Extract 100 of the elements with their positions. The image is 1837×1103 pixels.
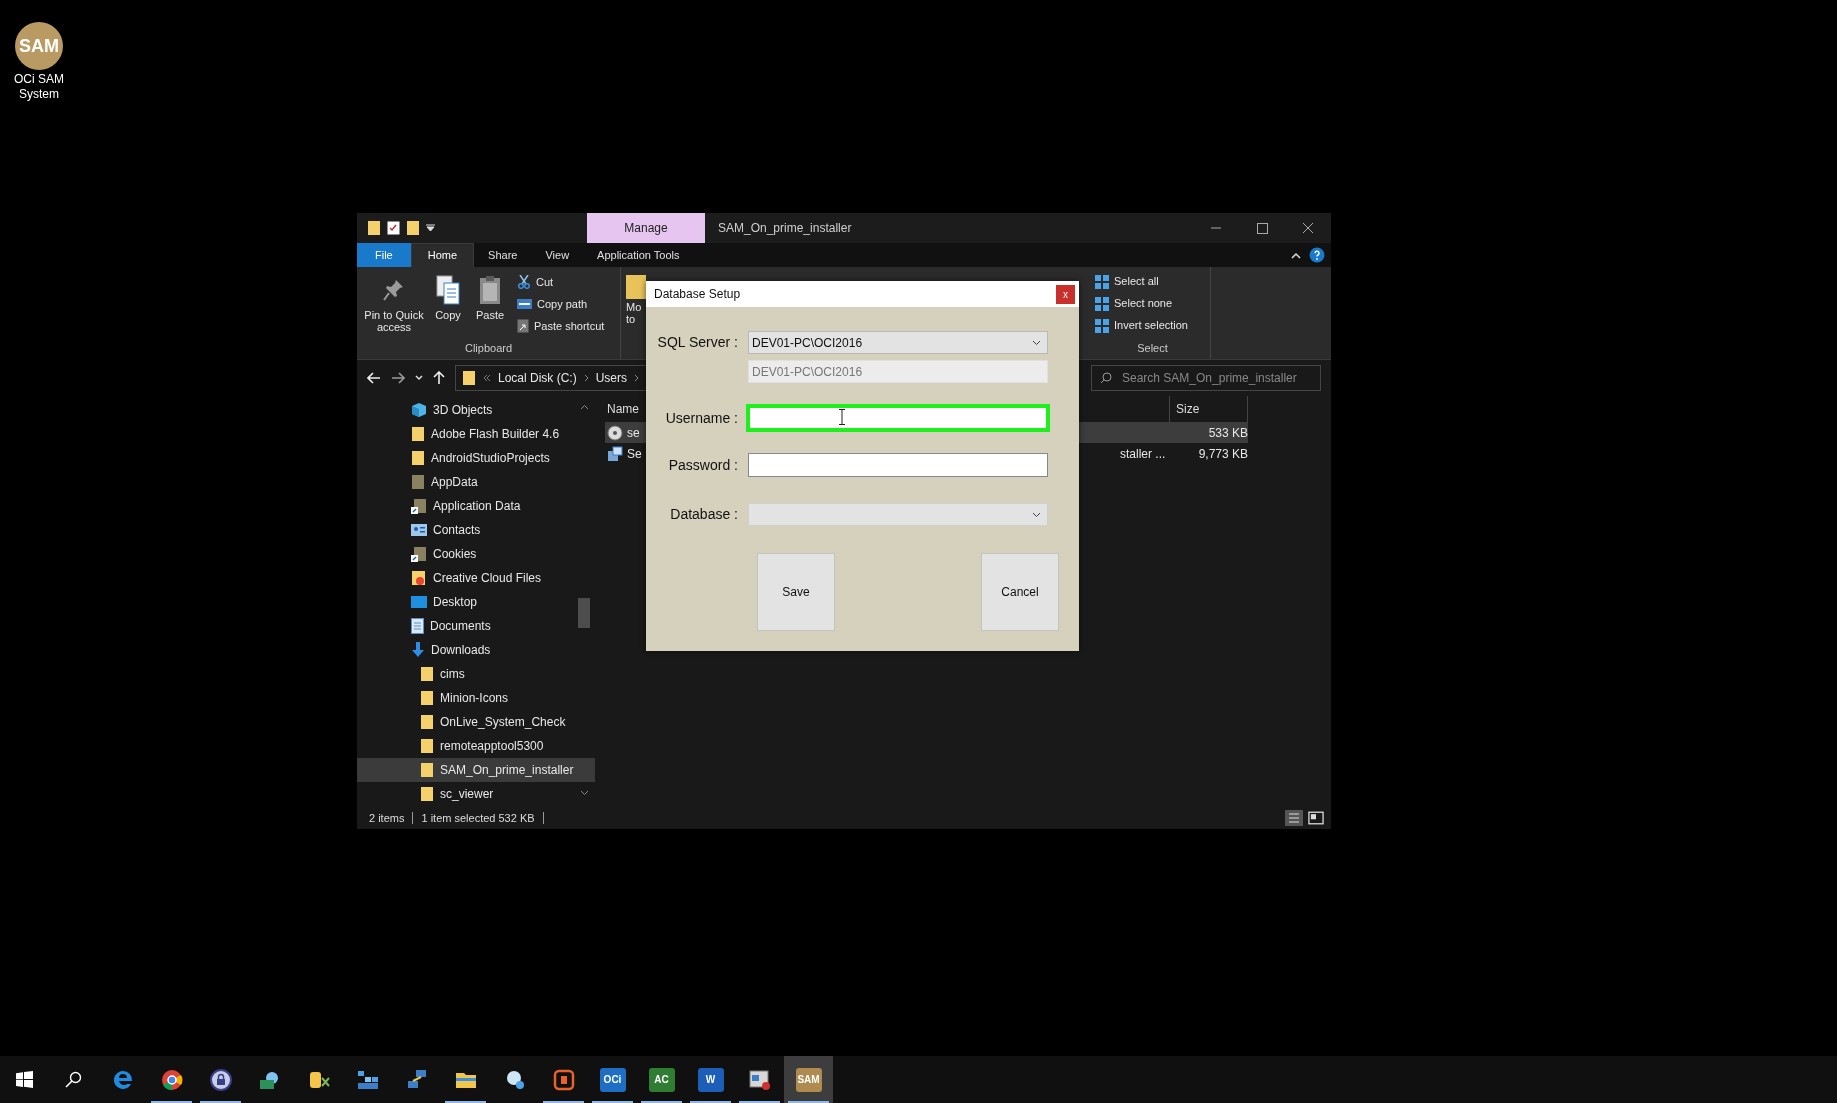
ribbon-button[interactable]: Mo to — [626, 301, 642, 325]
cloud-folder-icon — [411, 570, 427, 586]
nav-item[interactable]: Downloads — [357, 638, 595, 662]
app-icon — [551, 1067, 576, 1092]
folder-icon — [420, 714, 434, 730]
forward-icon[interactable] — [391, 372, 405, 384]
nav-item[interactable]: Application Data — [357, 494, 595, 518]
ribbon-tab[interactable]: View — [531, 243, 584, 267]
search-field[interactable]: Search SAM_On_prime_installer — [1091, 365, 1321, 391]
context-tab[interactable]: Manage — [587, 213, 705, 243]
nav-item[interactable]: OnLive_System_Check — [357, 710, 595, 734]
nav-item[interactable]: Cookies — [357, 542, 595, 566]
field-label: Username : — [664, 408, 739, 428]
nav-item[interactable]: AppData — [357, 470, 595, 494]
nav-item[interactable]: Adobe Flash Builder 4.6 — [357, 422, 595, 446]
details-view-icon[interactable] — [1285, 809, 1303, 826]
close-button[interactable]: x — [1056, 284, 1075, 304]
caret-icon[interactable] — [415, 375, 423, 381]
username-field[interactable] — [746, 404, 1050, 432]
desktop-icon-label[interactable]: OCi SAM System — [9, 72, 69, 102]
folder-icon — [367, 220, 381, 236]
windows-start-icon[interactable] — [16, 1071, 33, 1088]
dialog-button[interactable]: Save — [757, 553, 835, 631]
up-icon[interactable] — [433, 371, 445, 385]
field-label: SQL Server : — [656, 333, 739, 352]
ribbon-button[interactable]: Copy — [427, 273, 469, 340]
breadcrumb[interactable]: Local Disk (C:) — [498, 369, 577, 387]
app-logo-icon: OCi — [599, 1067, 626, 1092]
file-name: Se — [627, 445, 642, 463]
folder-icon — [626, 273, 646, 299]
file-size: 9,773 KB — [1197, 445, 1248, 463]
large-icons-view-icon[interactable] — [1307, 809, 1325, 826]
folder-icon — [462, 370, 476, 386]
ribbon-button[interactable]: Select none — [1095, 295, 1210, 312]
chevron-down-icon — [1032, 339, 1041, 346]
select-icon — [1095, 296, 1109, 311]
server-display-field: DEV01-PC\OCI2016 — [748, 360, 1048, 383]
dialog-title: Database Setup — [654, 286, 741, 303]
app-logo-icon: SAM — [795, 1067, 822, 1092]
ribbon-tab[interactable]: Application Tools — [583, 243, 694, 267]
taskbar-button[interactable]: W — [686, 1056, 735, 1103]
password-field[interactable] — [748, 453, 1048, 477]
ribbon-tab[interactable]: Share — [474, 243, 532, 267]
back-icon[interactable] — [367, 372, 381, 384]
scroll-down-icon[interactable] — [580, 790, 589, 796]
ribbon-button[interactable]: Paste shortcut — [517, 317, 605, 335]
chevron-down-icon — [1032, 511, 1041, 518]
nav-item[interactable]: sc_viewer — [357, 782, 595, 806]
scrollbar-thumb[interactable] — [578, 598, 590, 628]
nav-item[interactable]: remoteapptool5300 — [357, 734, 595, 758]
nav-item[interactable]: AndroidStudioProjects — [357, 446, 595, 470]
copy-icon — [436, 275, 460, 305]
shortcut-folder-icon — [411, 498, 427, 514]
chevron-icon — [583, 374, 589, 382]
folder-icon — [420, 738, 434, 754]
lock-icon — [208, 1067, 233, 1092]
folder-icon — [420, 666, 434, 682]
ribbon-tab[interactable]: Home — [410, 243, 475, 267]
caret-icon[interactable] — [426, 224, 435, 232]
ribbon-button[interactable]: Copy path — [517, 295, 605, 313]
scissors-icon — [517, 275, 531, 289]
app-logo-icon: W — [697, 1067, 724, 1092]
properties-icon[interactable] — [387, 221, 400, 235]
folder-icon — [420, 690, 434, 706]
nav-item[interactable]: 3D Objects — [357, 398, 595, 422]
table-cell-text: staller ... — [1120, 445, 1167, 463]
select-icon — [1095, 274, 1109, 289]
folder-icon — [411, 450, 425, 466]
shortcut-icon — [517, 319, 529, 333]
ribbon-button[interactable]: Select all — [1095, 273, 1210, 290]
nav-item[interactable]: Contacts — [357, 518, 595, 542]
collapse-icon[interactable] — [1291, 251, 1301, 259]
search-icon — [1100, 372, 1112, 384]
download-icon — [411, 642, 425, 658]
clipboard-icon — [479, 275, 501, 305]
ribbon-button[interactable]: Invert selection — [1095, 317, 1210, 334]
nav-item[interactable]: Desktop — [357, 590, 595, 614]
ribbon-tab[interactable]: File — [357, 243, 411, 267]
nav-item[interactable]: cims — [357, 662, 595, 686]
breadcrumb[interactable]: Users — [595, 369, 628, 387]
help-icon[interactable] — [1309, 247, 1325, 263]
window-icon — [747, 1067, 772, 1092]
chevron-icon — [634, 374, 640, 382]
folder-icon — [411, 426, 425, 442]
nav-item[interactable]: SAM_On_prime_installer — [357, 758, 595, 782]
server-dropdown[interactable]: DEV01-PC\OCI2016 — [748, 331, 1048, 354]
nav-item[interactable]: Minion-Icons — [357, 686, 595, 710]
ribbon-button[interactable]: Pin to Quick access — [361, 273, 427, 340]
ribbon-button[interactable]: Paste — [469, 273, 511, 340]
nav-item[interactable]: Creative Cloud Files — [357, 566, 595, 590]
dialog-button[interactable]: Cancel — [981, 553, 1059, 631]
new-folder-icon — [406, 220, 420, 236]
desktop-icon — [411, 596, 427, 608]
ribbon-button[interactable]: Cut — [517, 273, 605, 291]
taskbar-button[interactable]: AC — [637, 1056, 686, 1103]
scroll-up-icon[interactable] — [580, 404, 589, 410]
search-icon[interactable] — [65, 1071, 82, 1088]
taskbar-button[interactable]: OCi — [588, 1056, 637, 1103]
nav-item[interactable]: Documents — [357, 614, 595, 638]
app-logo-icon: AC — [648, 1067, 675, 1092]
